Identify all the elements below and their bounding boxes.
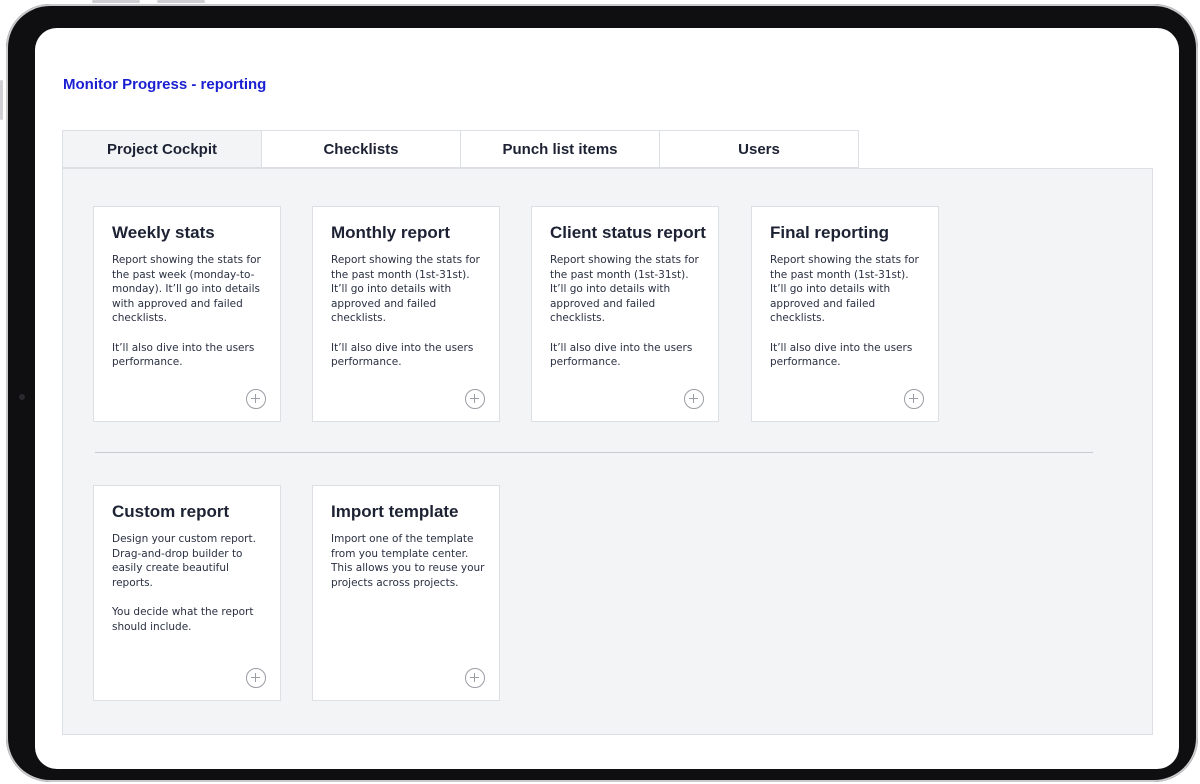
card-description-text: Report showing the stats for the past mo… xyxy=(550,254,699,325)
tab-checklists[interactable]: Checklists xyxy=(261,130,461,168)
card-description: Design your custom report. Drag-and-drop… xyxy=(112,532,270,649)
front-camera xyxy=(19,394,25,400)
tab-users[interactable]: Users xyxy=(659,130,859,168)
plus-circle-icon[interactable] xyxy=(465,389,485,409)
tab-project-cockpit[interactable]: Project Cockpit xyxy=(62,130,262,168)
card-description: Import one of the template from you temp… xyxy=(331,532,489,605)
tablet-device-frame: Monitor Progress - reporting Project Coc… xyxy=(6,4,1198,782)
power-button xyxy=(0,80,3,120)
report-card-weekly-stats[interactable]: Weekly stats Report showing the stats fo… xyxy=(93,206,281,422)
card-title: Final reporting xyxy=(770,223,889,242)
volume-up-button xyxy=(92,0,140,3)
plus-circle-icon[interactable] xyxy=(246,668,266,688)
report-card-import-template[interactable]: Import template Import one of the templa… xyxy=(312,485,500,701)
card-title: Monthly report xyxy=(331,223,450,242)
card-description-note: You decide what the report should includ… xyxy=(112,605,254,633)
section-divider xyxy=(95,452,1093,453)
card-description: Report showing the stats for the past mo… xyxy=(331,253,489,384)
volume-down-button xyxy=(157,0,205,3)
tab-punch-list-items[interactable]: Punch list items xyxy=(460,130,660,168)
report-card-final-reporting[interactable]: Final reporting Report showing the stats… xyxy=(751,206,939,422)
card-title: Import template xyxy=(331,502,459,521)
card-description-text: Report showing the stats for the past we… xyxy=(112,254,261,325)
app-screen: Monitor Progress - reporting Project Coc… xyxy=(35,28,1179,769)
card-description-note: It’ll also dive into the users performan… xyxy=(331,341,474,369)
card-title: Client status report xyxy=(550,223,706,242)
card-description-text: Design your custom report. Drag-and-drop… xyxy=(112,533,256,589)
card-description-note: It’ll also dive into the users performan… xyxy=(770,341,913,369)
tab-bar: Project Cockpit Checklists Punch list it… xyxy=(62,130,859,168)
report-card-client-status-report[interactable]: Client status report Report showing the … xyxy=(531,206,719,422)
plus-circle-icon[interactable] xyxy=(246,389,266,409)
card-description-text: Import one of the template from you temp… xyxy=(331,533,485,589)
card-title: Custom report xyxy=(112,502,230,521)
card-description-note: It’ll also dive into the users performan… xyxy=(112,341,255,369)
card-description-note: It’ll also dive into the users performan… xyxy=(550,341,693,369)
card-description: Report showing the stats for the past mo… xyxy=(550,253,708,384)
card-title: Weekly stats xyxy=(112,223,215,242)
report-card-monthly-report[interactable]: Monthly report Report showing the stats … xyxy=(312,206,500,422)
plus-circle-icon[interactable] xyxy=(684,389,704,409)
report-card-custom-report[interactable]: Custom report Design your custom report.… xyxy=(93,485,281,701)
card-description: Report showing the stats for the past mo… xyxy=(770,253,928,384)
card-description: Report showing the stats for the past we… xyxy=(112,253,270,384)
plus-circle-icon[interactable] xyxy=(904,389,924,409)
report-panel: Weekly stats Report showing the stats fo… xyxy=(62,168,1153,735)
card-description-text: Report showing the stats for the past mo… xyxy=(770,254,919,325)
plus-circle-icon[interactable] xyxy=(465,668,485,688)
card-description-text: Report showing the stats for the past mo… xyxy=(331,254,480,325)
page-title: Monitor Progress - reporting xyxy=(63,76,267,93)
